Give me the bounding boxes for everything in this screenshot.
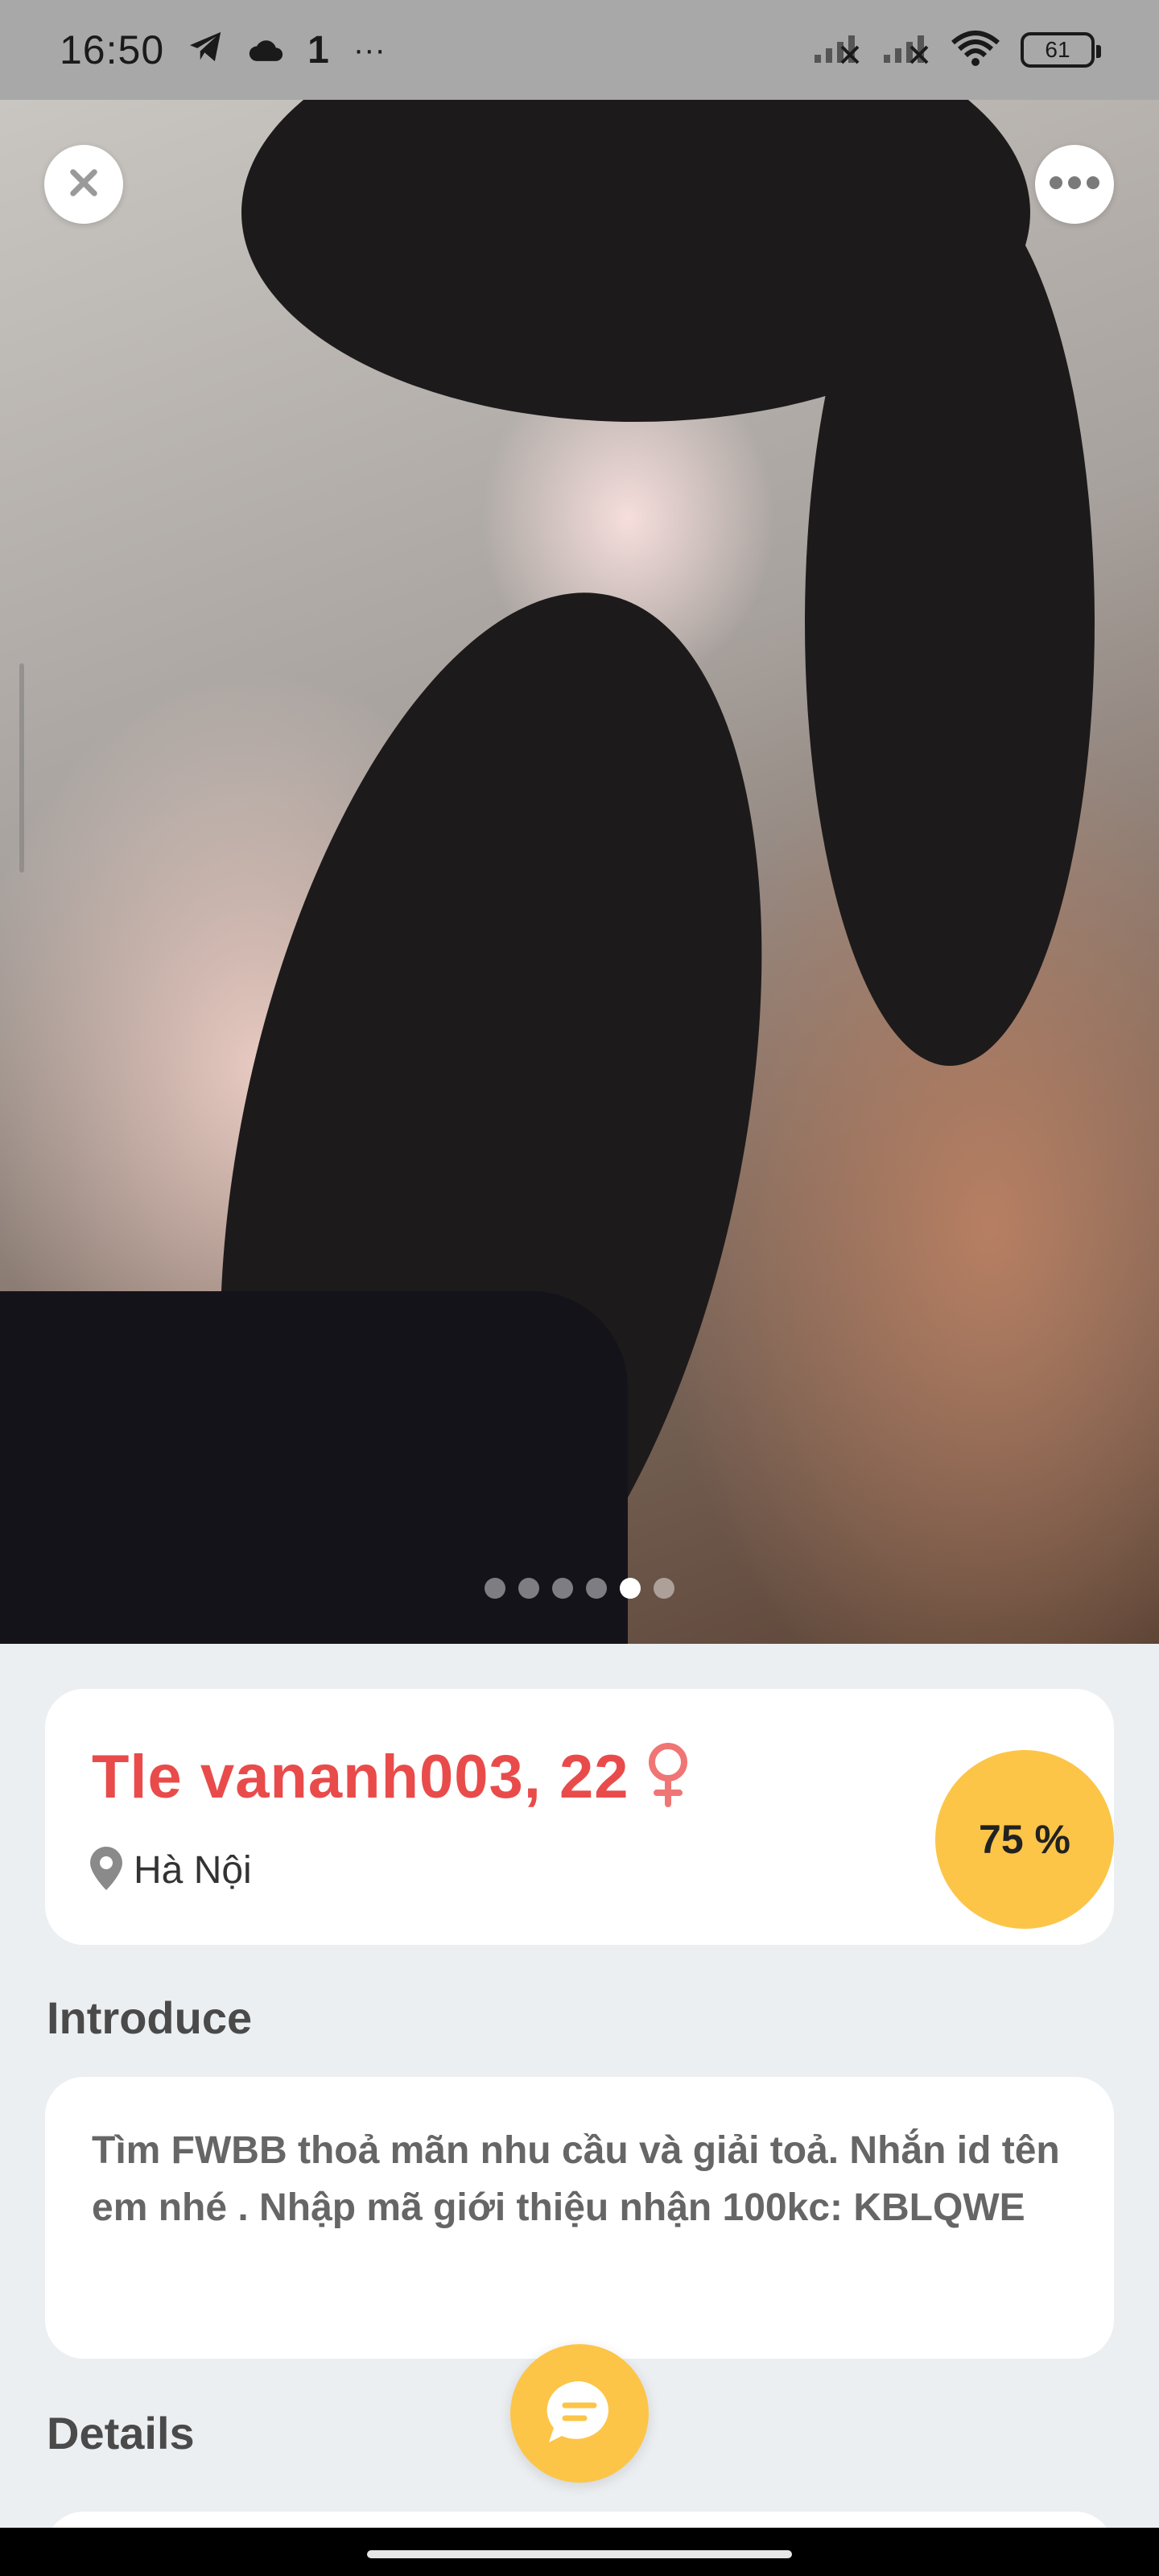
- telegram-icon: [188, 28, 224, 72]
- introduce-card: Tìm FWBB thoả mãn nhu cầu và giải toả. N…: [45, 2077, 1114, 2359]
- scroll-indicator: [19, 663, 24, 873]
- battery-level: 61: [1045, 37, 1070, 62]
- photo-dot-active[interactable]: [620, 1578, 641, 1599]
- wifi-icon: [951, 30, 1000, 71]
- close-icon: [66, 165, 101, 204]
- status-left: 16:50 1 ···: [60, 27, 386, 73]
- more-options-button[interactable]: [1035, 145, 1114, 224]
- photo-dot[interactable]: [586, 1578, 607, 1599]
- profile-photo[interactable]: [0, 100, 1159, 1644]
- status-right: 61: [813, 30, 1101, 71]
- cloud-icon: [248, 28, 283, 72]
- female-icon: [645, 1743, 691, 1811]
- home-gesture-handle[interactable]: [367, 2550, 792, 2558]
- status-bar: 16:50 1 ··· 61: [0, 0, 1159, 100]
- photo-dot[interactable]: [518, 1578, 539, 1599]
- photo-dot[interactable]: [654, 1578, 674, 1599]
- close-button[interactable]: [44, 145, 123, 224]
- introduce-title: Introduce: [47, 1992, 253, 2043]
- profile-summary-card: Tle vananh003, 22 Hà Nội 75 %: [45, 1689, 1114, 1945]
- name-row: Tle vananh003, 22: [92, 1742, 691, 1812]
- photo-pagination: [0, 1578, 1159, 1599]
- signal-icon-2: [882, 32, 930, 68]
- location-pin-icon: [90, 1847, 122, 1894]
- status-extra: 1: [307, 28, 329, 72]
- status-more: ···: [353, 31, 386, 68]
- photo-dot[interactable]: [552, 1578, 573, 1599]
- status-time: 16:50: [60, 27, 165, 72]
- system-nav-bar: [0, 2528, 1159, 2576]
- battery-icon: 61: [1021, 32, 1101, 68]
- location-text: Hà Nội: [134, 1849, 252, 1892]
- match-percentage-badge: 75 %: [935, 1750, 1114, 1929]
- location-row: Hà Nội: [90, 1847, 252, 1894]
- photo-dot[interactable]: [485, 1578, 505, 1599]
- signal-icon: [813, 32, 861, 68]
- more-icon: [1048, 175, 1101, 195]
- introduce-text: Tìm FWBB thoả mãn nhu cầu và giải toả. N…: [92, 2129, 1060, 2229]
- chat-button[interactable]: [510, 2344, 649, 2483]
- details-title: Details: [47, 2408, 195, 2458]
- chat-icon: [542, 2378, 617, 2450]
- profile-name-age: Tle vananh003, 22: [92, 1743, 629, 1811]
